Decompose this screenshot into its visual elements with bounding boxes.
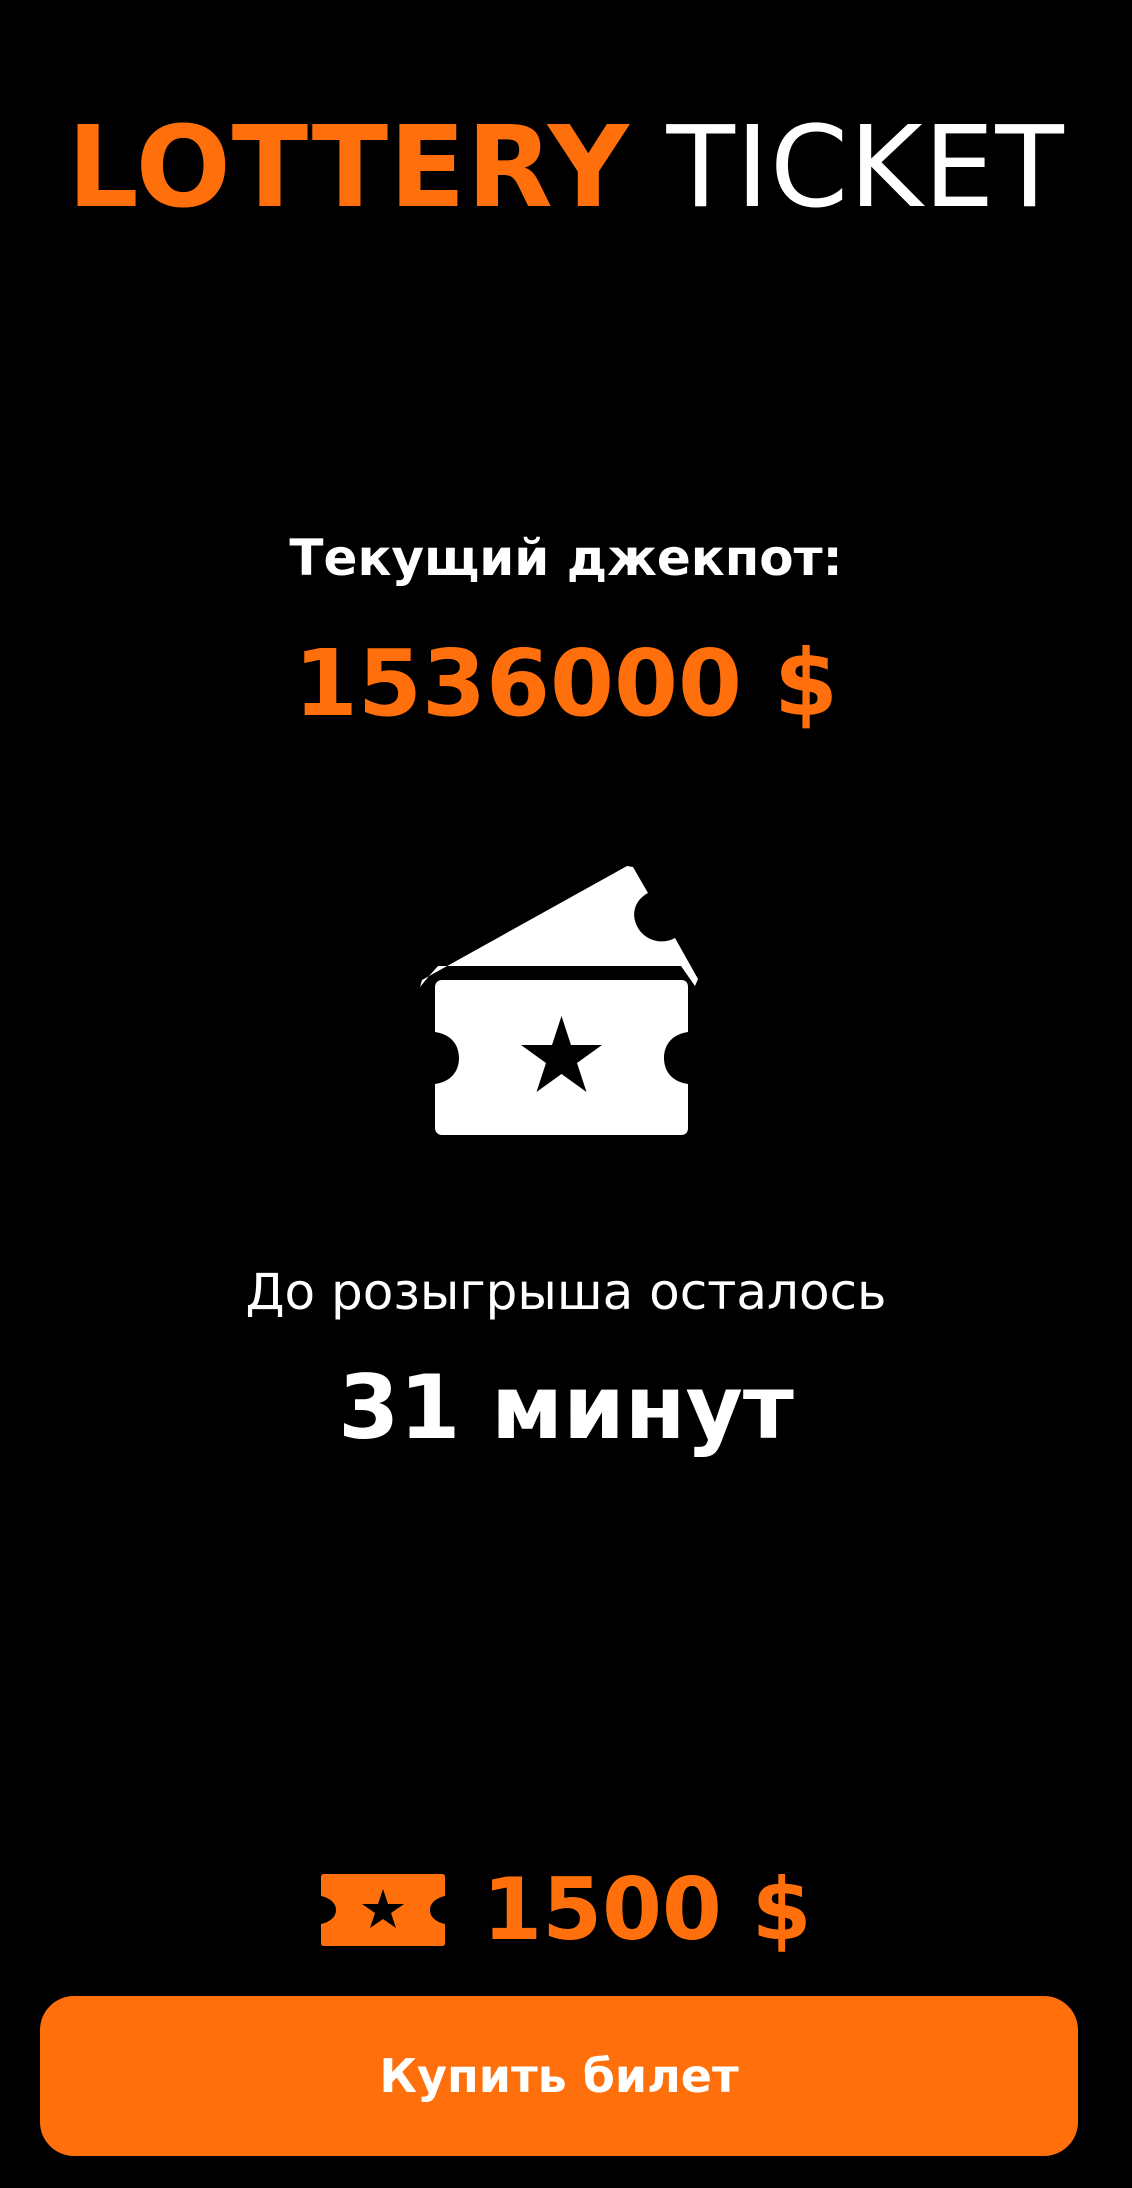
app-title-accent: LOTTERY bbox=[67, 103, 630, 233]
app-title-plain: TICKET bbox=[666, 103, 1065, 233]
jackpot-label: Текущий джекпот: bbox=[289, 529, 843, 587]
app-title: LOTTERY TICKET bbox=[0, 108, 1132, 228]
ticket-price-row: 1500 $ bbox=[0, 1860, 1132, 1960]
buy-ticket-button-label: Купить билет bbox=[379, 2049, 739, 2103]
ticket-price: 1500 $ bbox=[482, 1860, 812, 1960]
tickets-star-icon bbox=[420, 866, 698, 1135]
countdown-label: До розыгрыша осталось bbox=[245, 1263, 887, 1321]
buy-ticket-button[interactable]: Купить билет bbox=[40, 1996, 1078, 2156]
countdown-value: 31 минут bbox=[338, 1356, 794, 1459]
ticket-star-icon bbox=[321, 1874, 446, 1946]
jackpot-amount: 1536000 $ bbox=[293, 630, 839, 737]
